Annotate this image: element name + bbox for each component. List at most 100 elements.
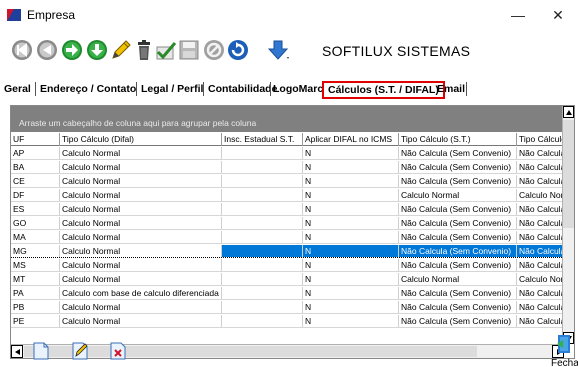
table-cell-uf[interactable]: BA xyxy=(11,161,60,173)
table-row[interactable]: ES Calculo Normal N Não Calcula (Sem Conven… xyxy=(11,203,564,216)
table-cell-tipo[interactable]: Calculo Normal xyxy=(60,259,222,271)
table-row[interactable]: PE Calculo Normal N Não Calcula (Sem Conven… xyxy=(11,315,564,328)
exit-door-icon[interactable] xyxy=(556,334,572,354)
column-header-aplicar-difal-icms[interactable]: Aplicar DIFAL no ICMS xyxy=(303,133,399,146)
confirm-icon[interactable] xyxy=(155,39,177,61)
table-row[interactable]: PA Calculo com base de calculo diferencia… xyxy=(11,287,564,300)
table-row[interactable]: BA Calculo Normal N Não Calcula (Sem Conven… xyxy=(11,161,564,174)
horizontal-scroll-thumb[interactable] xyxy=(24,346,477,357)
column-header-insc-estadual-st[interactable]: Insc. Estadual S.T. xyxy=(222,133,303,146)
table-cell-insc[interactable] xyxy=(222,315,303,327)
table-cell-insc[interactable] xyxy=(222,245,303,257)
tab-calculos-st-difal[interactable]: Cálculos (S.T. / DIFAL) xyxy=(322,81,445,99)
table-row[interactable]: MG Calculo Normal N Não Calcula (Sem Conven… xyxy=(11,245,564,258)
table-cell-difal[interactable]: N xyxy=(303,301,399,313)
table-cell-st[interactable]: Não Calcula (Sem Convenio) xyxy=(399,245,517,257)
table-cell-difal[interactable]: N xyxy=(303,175,399,187)
cancel-icon[interactable] xyxy=(203,39,225,61)
table-cell-difal[interactable]: N xyxy=(303,245,399,257)
table-cell-tipo2[interactable]: Não Calcula xyxy=(517,245,564,257)
table-cell-tipo2[interactable]: Não Calcula xyxy=(517,259,564,271)
table-cell-tipo[interactable]: Calculo Normal xyxy=(60,301,222,313)
group-by-panel[interactable]: Arraste um cabeçalho de coluna aqui para… xyxy=(11,106,564,132)
table-cell-tipo2[interactable]: Não Calcula xyxy=(517,161,564,173)
table-cell-tipo[interactable]: Calculo Normal xyxy=(60,315,222,327)
table-cell-st[interactable]: Não Calcula (Sem Convenio) xyxy=(399,259,517,271)
table-row[interactable]: AP Calculo Normal N Não Calcula (Sem Conven… xyxy=(11,147,564,160)
table-cell-difal[interactable]: N xyxy=(303,315,399,327)
table-cell-tipo[interactable]: Calculo Normal xyxy=(60,231,222,243)
table-cell-insc[interactable] xyxy=(222,273,303,285)
table-row[interactable]: MA Calculo Normal N Não Calcula (Sem Conven… xyxy=(11,231,564,244)
table-cell-st[interactable]: Não Calcula (Sem Convenio) xyxy=(399,231,517,243)
table-cell-insc[interactable] xyxy=(222,189,303,201)
table-cell-uf[interactable]: ES xyxy=(11,203,60,215)
delete-document-icon[interactable] xyxy=(110,342,126,360)
horizontal-scrollbar[interactable] xyxy=(11,344,564,358)
calculos-grid[interactable]: Arraste um cabeçalho de coluna aqui para… xyxy=(10,105,575,359)
previous-record-icon[interactable] xyxy=(36,39,58,61)
column-header-tipo-calculo-difal[interactable]: Tipo Cálculo (Difal) xyxy=(60,133,222,146)
table-cell-tipo[interactable]: Calculo Normal xyxy=(60,189,222,201)
table-cell-insc[interactable] xyxy=(222,217,303,229)
table-row[interactable]: MT Calculo Normal N Calculo Normal Calculo N… xyxy=(11,273,564,286)
dropdown-arrow-icon[interactable] xyxy=(265,39,291,61)
table-cell-uf[interactable]: PE xyxy=(11,315,60,327)
table-cell-difal[interactable]: N xyxy=(303,287,399,299)
table-cell-st[interactable]: Não Calcula (Sem Convenio) xyxy=(399,175,517,187)
table-cell-difal[interactable]: N xyxy=(303,217,399,229)
table-cell-st[interactable]: Não Calcula (Sem Convenio) xyxy=(399,203,517,215)
table-row[interactable]: DF Calculo Normal N Calculo Normal Calculo N… xyxy=(11,189,564,202)
refresh-icon[interactable] xyxy=(227,39,249,61)
table-cell-uf[interactable]: AP xyxy=(11,147,60,159)
table-cell-difal[interactable]: N xyxy=(303,259,399,271)
minimize-button[interactable]: — xyxy=(498,0,538,30)
table-cell-tipo[interactable]: Calculo Normal xyxy=(60,217,222,229)
close-window-button[interactable]: ✕ xyxy=(538,0,578,30)
tab-geral[interactable]: Geral xyxy=(4,83,31,95)
tab-contabilidade[interactable]: Contabilidade xyxy=(208,83,277,95)
table-cell-st[interactable]: Não Calcula (Sem Convenio) xyxy=(399,161,517,173)
tab-legal-perfil[interactable]: Legal / Perfil xyxy=(141,83,203,95)
column-header-uf[interactable]: UF xyxy=(11,133,60,146)
next-record-icon[interactable] xyxy=(61,39,83,61)
scroll-up-button[interactable] xyxy=(563,106,574,118)
table-cell-st[interactable]: Não Calcula (Sem Convenio) xyxy=(399,217,517,229)
table-cell-tipo[interactable]: Calculo Normal xyxy=(60,245,222,257)
table-cell-tipo[interactable]: Calculo Normal xyxy=(60,161,222,173)
table-cell-st[interactable]: Não Calcula (Sem Convenio) xyxy=(399,147,517,159)
edit-document-icon[interactable] xyxy=(72,342,88,360)
table-cell-tipo[interactable]: Calculo com base de calculo diferenciada xyxy=(60,287,222,299)
tab-endereco-contato[interactable]: Endereço / Contato xyxy=(40,83,136,95)
table-cell-tipo2[interactable]: Não Calcula xyxy=(517,217,564,229)
table-cell-insc[interactable] xyxy=(222,161,303,173)
table-cell-tipo2[interactable]: Não Calcula xyxy=(517,301,564,313)
table-cell-insc[interactable] xyxy=(222,175,303,187)
table-cell-tipo[interactable]: Calculo Normal xyxy=(60,175,222,187)
table-cell-insc[interactable] xyxy=(222,287,303,299)
column-header-tipo-calculo-st[interactable]: Tipo Cálculo (S.T.) xyxy=(399,133,517,146)
table-cell-tipo[interactable]: Calculo Normal xyxy=(60,273,222,285)
delete-icon[interactable] xyxy=(133,39,155,61)
save-icon[interactable] xyxy=(178,39,200,61)
table-row[interactable]: CE Calculo Normal N Não Calcula (Sem Conven… xyxy=(11,175,564,188)
table-cell-tipo2[interactable]: Calculo Norm xyxy=(517,273,564,285)
tab-logomarca[interactable]: LogoMarca xyxy=(273,83,329,95)
table-cell-insc[interactable] xyxy=(222,231,303,243)
table-cell-difal[interactable]: N xyxy=(303,147,399,159)
table-row[interactable]: GO Calculo Normal N Não Calcula (Sem Conven… xyxy=(11,217,564,230)
table-cell-tipo2[interactable]: Não Calcula xyxy=(517,175,564,187)
table-cell-uf[interactable]: DF xyxy=(11,189,60,201)
table-cell-insc[interactable] xyxy=(222,203,303,215)
table-cell-insc[interactable] xyxy=(222,147,303,159)
table-cell-tipo[interactable]: Calculo Normal xyxy=(60,203,222,215)
table-cell-difal[interactable]: N xyxy=(303,231,399,243)
last-record-icon[interactable] xyxy=(86,39,108,61)
table-cell-difal[interactable]: N xyxy=(303,273,399,285)
table-cell-insc[interactable] xyxy=(222,259,303,271)
tab-email[interactable]: Email xyxy=(437,83,465,95)
table-cell-st[interactable]: Não Calcula (Sem Convenio) xyxy=(399,301,517,313)
table-cell-insc[interactable] xyxy=(222,301,303,313)
first-record-icon[interactable] xyxy=(11,39,33,61)
table-cell-uf[interactable]: MT xyxy=(11,273,60,285)
